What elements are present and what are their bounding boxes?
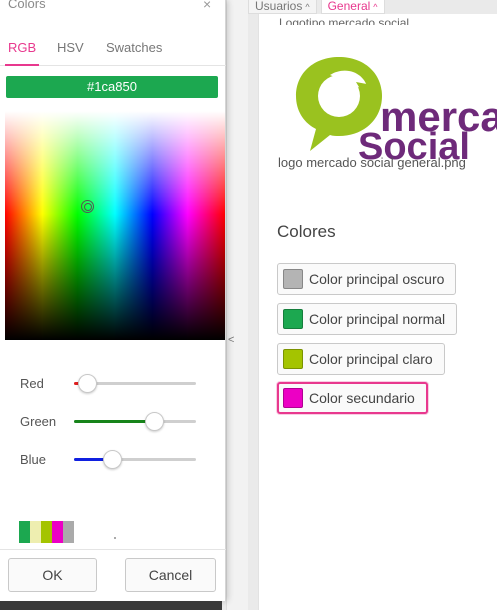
mercado-social-logo[interactable]: mercad Social <box>286 51 497 161</box>
tab-hsv[interactable]: HSV <box>57 40 84 55</box>
tab-usuarios[interactable]: Usuarios ^ <box>248 0 317 14</box>
recent-color-swatch[interactable] <box>19 521 30 543</box>
color-principal-normal-button[interactable]: Color principal normal <box>277 303 458 335</box>
spectrum-picker-handle[interactable] <box>81 200 94 213</box>
color-button-label: Color secundario <box>309 390 415 406</box>
hex-value-field[interactable]: #1ca850 <box>6 76 218 98</box>
close-icon[interactable]: × <box>203 0 211 12</box>
dialog-separator <box>0 549 226 550</box>
collapse-arrow-icon[interactable]: < <box>228 334 234 346</box>
green-slider-thumb[interactable] <box>144 412 164 431</box>
recent-color-swatch[interactable] <box>63 521 74 543</box>
colors-section-title: Colores <box>277 222 336 241</box>
tab-rgb[interactable]: RGB <box>8 40 36 55</box>
tab-label: Usuarios <box>255 0 303 13</box>
tab-bar: Usuarios ^ General ^ <box>248 0 389 14</box>
color-spectrum[interactable] <box>5 111 225 340</box>
red-slider-thumb[interactable] <box>77 374 97 393</box>
tab-label: General <box>327 0 371 13</box>
green-slider-fill <box>74 420 155 423</box>
logo-section-label: Logotipo mercado social <box>279 17 410 25</box>
cancel-button[interactable]: Cancel <box>125 558 216 592</box>
recent-color-swatch[interactable] <box>41 521 52 543</box>
color-button-label: Color principal oscuro <box>309 271 445 287</box>
recent-color-swatch[interactable] <box>52 521 63 543</box>
blue-label: Blue <box>20 452 47 467</box>
color-principal-oscuro-button[interactable]: Color principal oscuro <box>277 263 457 295</box>
color-swatch <box>283 309 303 329</box>
chevron-up-icon: ^ <box>373 2 378 12</box>
color-secundario-button[interactable]: Color secundario <box>277 382 428 414</box>
color-button-label: Color principal claro <box>309 351 433 367</box>
dialog-title: Colors <box>8 0 46 11</box>
color-swatch <box>283 269 303 289</box>
red-label: Red <box>20 376 44 391</box>
active-tab-indicator <box>5 64 39 66</box>
general-settings-panel: Logotipo mercado social mercad Social lo… <box>258 14 497 610</box>
color-swatch <box>283 388 303 408</box>
red-slider[interactable] <box>74 374 196 393</box>
more-colors-indicator <box>114 537 116 539</box>
color-principal-claro-button[interactable]: Color principal claro <box>277 343 445 375</box>
color-picker-dialog: Colors × RGB HSV Swatches #1ca850 Red Gr… <box>0 0 226 601</box>
color-swatch <box>283 349 303 369</box>
dialog-bottom-bar <box>0 601 222 610</box>
green-label: Green <box>20 414 57 429</box>
recent-color-swatch[interactable] <box>30 521 41 543</box>
chevron-up-icon: ^ <box>305 2 310 12</box>
green-slider[interactable] <box>74 412 196 431</box>
ok-button[interactable]: OK <box>8 558 97 592</box>
tab-general[interactable]: General ^ <box>320 0 385 14</box>
blue-slider[interactable] <box>74 450 196 469</box>
color-mode-tabs: RGB HSV Swatches <box>0 36 226 66</box>
blue-slider-thumb[interactable] <box>102 450 122 469</box>
panel-splitter[interactable] <box>226 0 248 610</box>
color-button-label: Color principal normal <box>309 311 446 327</box>
recent-colors <box>19 521 74 543</box>
tab-swatches[interactable]: Swatches <box>106 40 162 55</box>
logo-filename: logo mercado social general.png <box>278 155 466 170</box>
